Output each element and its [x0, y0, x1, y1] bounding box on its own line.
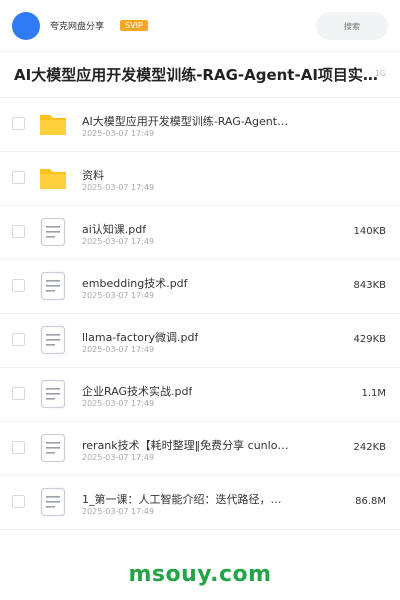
- file-size: 86.8M: [355, 496, 386, 507]
- file-date: 2025-03-07 17:49: [82, 453, 155, 462]
- file-date: 2025-03-07 17:49: [82, 183, 155, 192]
- list-item[interactable]: rerank技术【耗时整理‖免费分享 cunlov… 2025-03-07 17:…: [0, 422, 400, 476]
- document-icon: [38, 271, 68, 301]
- folder-icon: [38, 109, 68, 139]
- file-name: AI大模型应用开发模型训练-RAG-Agent-…: [82, 115, 292, 128]
- select-checkbox[interactable]: [12, 279, 25, 292]
- file-date: 2025-03-07 17:49: [82, 399, 155, 408]
- list-item[interactable]: AI大模型应用开发模型训练-RAG-Agent-… 2025-03-07 17:4…: [0, 98, 400, 152]
- document-icon: [38, 325, 68, 355]
- file-size: 429KB: [353, 334, 386, 345]
- document-icon: [38, 487, 68, 517]
- file-name: ai认知课.pdf: [82, 223, 147, 236]
- select-checkbox[interactable]: [12, 117, 25, 130]
- list-item[interactable]: llama-factory微调.pdf 2025-03-07 17:49 429KB: [0, 314, 400, 368]
- app-name: 夸克网盘分享: [50, 22, 105, 32]
- file-name: 资料: [82, 169, 104, 182]
- folder-title-row: AI大模型应用开发模型训练-RAG-Agent-AI项目实战-… 1G: [0, 52, 400, 98]
- file-size: 843KB: [353, 280, 386, 291]
- document-icon: [38, 217, 68, 247]
- list-item[interactable]: 1_第一课：人工智能介绍：迭代路径，大模型进化树，…2025-03-07 17:…: [0, 476, 400, 530]
- list-item[interactable]: ai认知课.pdf 2025-03-07 17:49 140KB: [0, 206, 400, 260]
- file-size: 140KB: [353, 226, 386, 237]
- file-list: AI大模型应用开发模型训练-RAG-Agent-… 2025-03-07 17:4…: [0, 98, 400, 530]
- top-bar: 夸克网盘分享 SVIP: [0, 0, 400, 52]
- document-icon: [38, 379, 68, 409]
- file-name: embedding技术.pdf: [82, 277, 188, 290]
- file-date: 2025-03-07 17:49: [82, 291, 155, 300]
- select-checkbox[interactable]: [12, 387, 25, 400]
- page-title: AI大模型应用开发模型训练-RAG-Agent-AI项目实战-…: [14, 66, 384, 84]
- file-size: 242KB: [353, 442, 386, 453]
- file-name: rerank技术【耗时整理‖免费分享 cunlov…: [82, 439, 292, 452]
- file-date: 2025-03-07 17:49: [82, 507, 155, 516]
- select-checkbox[interactable]: [12, 495, 25, 508]
- select-checkbox[interactable]: [12, 333, 25, 346]
- file-date: 2025-03-07 17:49: [82, 237, 155, 246]
- file-name: 1_第一课：人工智能介绍：迭代路径，大模型进化树，…: [82, 493, 292, 506]
- file-size: 1.1M: [361, 388, 386, 399]
- file-date: 2025-03-07 17:49: [82, 129, 155, 138]
- footer-watermark: msouy.com: [0, 548, 400, 600]
- file-date: 2025-03-07 17:49: [82, 345, 155, 354]
- search-input[interactable]: [316, 12, 388, 40]
- avatar[interactable]: [12, 11, 40, 40]
- select-checkbox[interactable]: [12, 225, 25, 238]
- file-name: llama-factory微调.pdf: [82, 331, 199, 344]
- folder-icon: [38, 163, 68, 193]
- svip-badge: SVIP: [120, 20, 148, 31]
- document-icon: [38, 433, 68, 463]
- list-item[interactable]: 企业RAG技术实战.pdf 2025-03-07 17:49 1.1M: [0, 368, 400, 422]
- list-item[interactable]: 资料 2025-03-07 17:49: [0, 152, 400, 206]
- select-checkbox[interactable]: [12, 441, 25, 454]
- list-item[interactable]: embedding技术.pdf 2025-03-07 17:49 843KB: [0, 260, 400, 314]
- folder-size: 1G: [374, 69, 386, 78]
- select-checkbox[interactable]: [12, 171, 25, 184]
- file-name: 企业RAG技术实战.pdf: [82, 385, 193, 398]
- watermark-text: msouy.com: [128, 561, 272, 587]
